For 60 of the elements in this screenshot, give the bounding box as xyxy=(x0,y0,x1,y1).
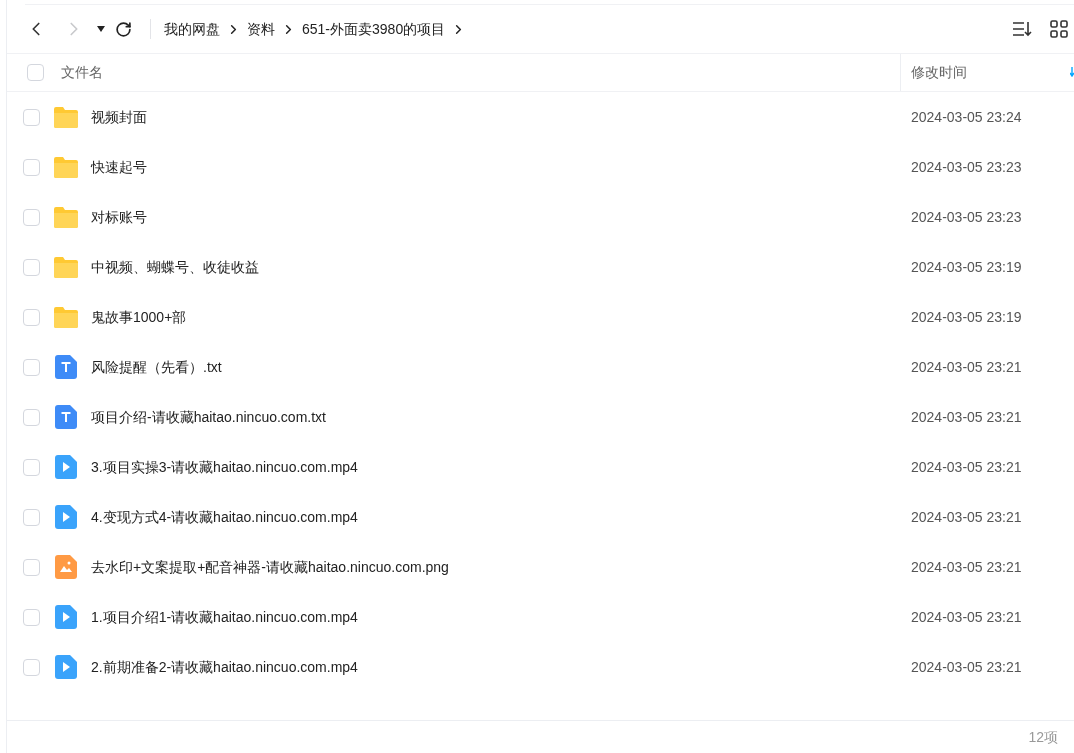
video-file-icon xyxy=(55,505,77,529)
image-file-icon xyxy=(55,555,77,579)
modified-time: 2024-03-05 23:23 xyxy=(910,207,1023,227)
file-name[interactable]: 1.项目介绍1-请收藏haitao.nincuo.com.mp4 xyxy=(91,606,900,628)
modified-time: 2024-03-05 23:21 xyxy=(910,457,1023,477)
sort-list-icon[interactable] xyxy=(1012,21,1032,37)
item-count: 12项 xyxy=(1028,727,1058,747)
refresh-icon[interactable] xyxy=(115,20,132,38)
checkbox[interactable] xyxy=(23,108,40,126)
modified-time: 2024-03-05 23:19 xyxy=(910,307,1023,327)
folder-icon xyxy=(53,204,79,230)
checkbox[interactable] xyxy=(23,308,40,326)
file-name[interactable]: 2.前期准备2-请收藏haitao.nincuo.com.mp4 xyxy=(91,656,900,678)
file-name[interactable]: 对标账号 xyxy=(91,206,900,228)
checkbox[interactable] xyxy=(23,558,40,576)
modified-time: 2024-03-05 23:21 xyxy=(910,507,1023,527)
file-name[interactable]: 去水印+文案提取+配音神器-请收藏haitao.nincuo.com.png xyxy=(91,556,900,578)
grid-view-icon[interactable] xyxy=(1050,20,1068,38)
modified-time: 2024-03-05 23:24 xyxy=(910,107,1023,127)
checkbox[interactable] xyxy=(23,608,40,626)
dropdown-caret-icon[interactable] xyxy=(97,26,105,32)
column-header[interactable]: 文件名 xyxy=(61,62,900,83)
sort-arrow-icon xyxy=(1070,67,1074,77)
file-name[interactable]: 中视频、蝴蝶号、收徒收益 xyxy=(91,256,900,278)
checkbox[interactable] xyxy=(23,158,40,176)
file-name[interactable]: 快速起号 xyxy=(91,156,900,178)
file-name[interactable]: 项目介绍-请收藏haitao.nincuo.com.txt xyxy=(91,406,900,428)
video-file-icon xyxy=(55,605,77,629)
file-name[interactable]: 4.变现方式4-请收藏haitao.nincuo.com.mp4 xyxy=(91,506,900,528)
modified-time: 2024-03-05 23:21 xyxy=(910,557,1023,577)
text-file-icon xyxy=(55,405,77,429)
breadcrumb-link[interactable]: 资料 xyxy=(247,18,275,40)
video-file-icon xyxy=(55,655,77,679)
checkbox[interactable] xyxy=(23,358,40,376)
modified-time: 2024-03-05 23:23 xyxy=(910,157,1023,177)
file-name[interactable]: 3.项目实操3-请收藏haitao.nincuo.com.mp4 xyxy=(91,456,900,478)
folder-icon xyxy=(53,104,79,130)
checkbox[interactable] xyxy=(23,258,40,276)
file-name[interactable]: 风险提醒（先看）.txt xyxy=(91,356,900,378)
checkbox[interactable] xyxy=(27,64,44,81)
checkbox[interactable] xyxy=(23,458,40,476)
breadcrumb-link[interactable]: 651-外面卖3980的项目 xyxy=(302,18,446,40)
modified-time: 2024-03-05 23:19 xyxy=(910,257,1023,277)
modified-time: 2024-03-05 23:21 xyxy=(910,657,1023,677)
column-header[interactable]: 修改时间 xyxy=(911,62,967,83)
checkbox[interactable] xyxy=(23,508,40,526)
video-file-icon xyxy=(55,455,77,479)
folder-icon xyxy=(53,254,79,280)
folder-icon xyxy=(53,154,79,180)
text-file-icon xyxy=(55,355,77,379)
folder-icon xyxy=(53,304,79,330)
breadcrumb-link[interactable]: 我的网盘 xyxy=(164,18,220,40)
checkbox[interactable] xyxy=(23,408,40,426)
checkbox[interactable] xyxy=(23,658,40,676)
modified-time: 2024-03-05 23:21 xyxy=(910,357,1023,377)
file-name[interactable]: 视频封面 xyxy=(91,106,900,128)
modified-time: 2024-03-05 23:21 xyxy=(910,407,1023,427)
modified-time: 2024-03-05 23:21 xyxy=(910,607,1023,627)
checkbox[interactable] xyxy=(23,208,40,226)
file-name[interactable]: 鬼故事1000+部 xyxy=(91,306,900,328)
